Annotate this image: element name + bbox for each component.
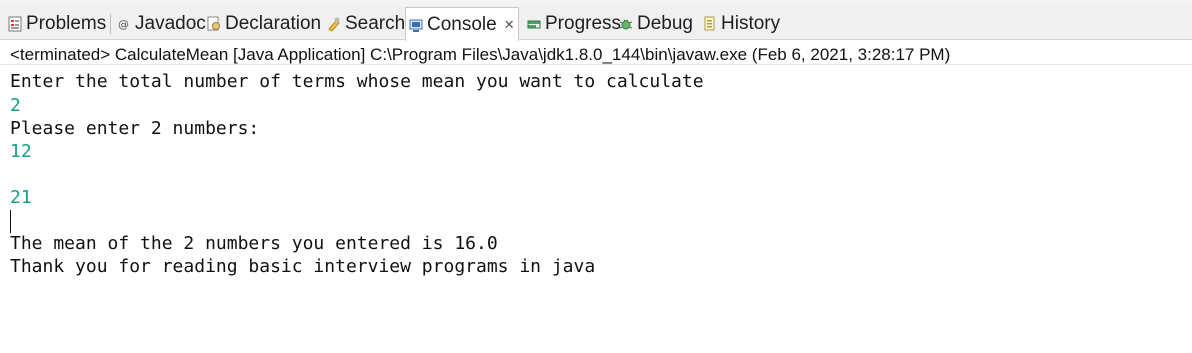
tab-label-declaration: Declaration <box>225 13 322 34</box>
javadoc-icon: @ <box>117 16 131 32</box>
console-line-thanks: Thank you for reading basic interview pr… <box>10 256 596 277</box>
tab-label-javadoc: Javadoc <box>135 13 206 34</box>
search-icon <box>327 16 341 32</box>
tab-problems[interactable]: Problems <box>8 8 106 40</box>
tab-javadoc[interactable]: @ Javadoc <box>117 8 206 40</box>
tab-label-problems: Problems <box>26 13 107 34</box>
text-caret <box>10 210 11 233</box>
tab-label-console: Console <box>427 13 497 35</box>
tab-separator <box>110 14 111 34</box>
console-icon <box>409 17 423 33</box>
tab-progress[interactable]: Progress <box>527 8 621 40</box>
console-line-result: The mean of the 2 numbers you entered is… <box>10 233 498 254</box>
history-icon <box>703 16 717 32</box>
debug-icon <box>619 16 633 32</box>
console-line-input-count: 2 <box>10 95 21 116</box>
tab-debug[interactable]: Debug <box>619 8 693 40</box>
tab-label-progress: Progress <box>545 13 622 34</box>
tab-label-search: Search <box>345 13 406 34</box>
console-line-prompt-numbers: Please enter 2 numbers: <box>10 118 260 139</box>
tab-search[interactable]: Search <box>327 8 405 40</box>
tab-history[interactable]: History <box>703 8 780 40</box>
close-icon[interactable]: ✕ <box>504 17 515 33</box>
tab-label-history: History <box>721 13 781 34</box>
progress-icon <box>527 16 541 32</box>
declaration-icon <box>207 16 221 32</box>
tab-label-debug: Debug <box>637 13 693 34</box>
console-line-prompt-terms: Enter the total number of terms whose me… <box>10 71 704 92</box>
svg-text:@: @ <box>118 18 129 31</box>
view-tab-bar: Problems @ Javadoc Declaration Search Co… <box>0 6 1192 41</box>
console-line-input-first: 12 <box>10 141 32 162</box>
tab-console[interactable]: Console ✕ <box>405 7 519 41</box>
console-output[interactable]: Enter the total number of terms whose me… <box>0 64 1192 353</box>
problems-icon <box>8 16 22 32</box>
console-line-input-second: 21 <box>10 187 32 208</box>
tab-declaration[interactable]: Declaration <box>207 8 321 40</box>
console-status-line: <terminated> CalculateMean [Java Applica… <box>10 45 951 64</box>
